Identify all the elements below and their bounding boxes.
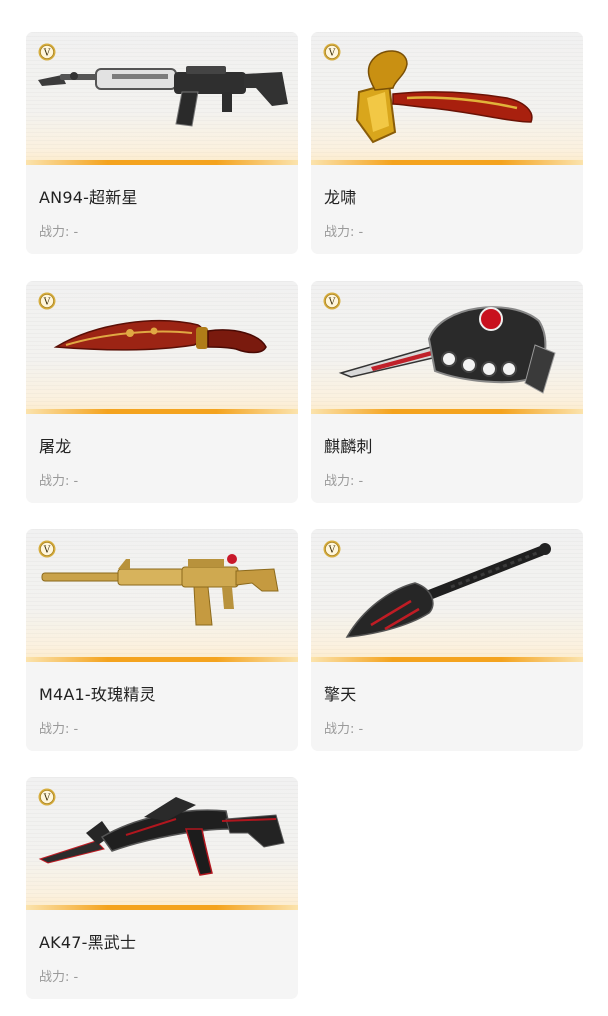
power-text: 战力: -	[324, 722, 364, 737]
knuckle-blade-icon	[338, 306, 556, 394]
power-text: 战力: -	[39, 722, 79, 737]
dragon-axe-icon	[355, 50, 533, 144]
weapon-card-ak47[interactable]: V AK47-黑武士 战力: -	[26, 777, 298, 999]
weapon-name: AK47-黑武士	[39, 933, 137, 952]
weapon-card-longxiao[interactable]: V 龙啸 战力: -	[311, 32, 583, 254]
weapon-name: M4A1-玫瑰精灵	[39, 685, 156, 704]
weapon-name: 龙啸	[324, 188, 357, 207]
power-text: 战力: -	[39, 970, 79, 985]
power-text: 战力: -	[39, 474, 79, 489]
rarity-bar	[311, 657, 583, 662]
weapon-grid: V AN94-超新星 战力: - V 龙啸 战力: - V 屠龙 战力: - V…	[0, 0, 608, 1016]
power-text: 战力: -	[324, 225, 364, 240]
an94-rifle-icon	[38, 66, 288, 127]
m4a1-rifle-icon	[41, 554, 279, 626]
weapon-card-qingtian[interactable]: V 擎天 战力: -	[311, 529, 583, 751]
weapon-image-area: V	[26, 32, 298, 165]
rarity-bar	[26, 160, 298, 165]
kukri-knife-icon	[53, 320, 267, 354]
weapon-name: 屠龙	[39, 437, 72, 456]
weapon-name: AN94-超新星	[39, 188, 138, 207]
weapon-image-area: V	[26, 281, 298, 414]
weapon-card-an94[interactable]: V AN94-超新星 战力: -	[26, 32, 298, 254]
rarity-bar	[311, 409, 583, 414]
weapon-image-area: V	[26, 777, 298, 910]
rarity-bar	[26, 657, 298, 662]
shovel-icon	[345, 543, 551, 638]
ak47-rifle-icon	[38, 797, 285, 876]
weapon-image-area: V	[311, 529, 583, 662]
power-text: 战力: -	[324, 474, 364, 489]
weapon-card-m4a1[interactable]: V M4A1-玫瑰精灵 战力: -	[26, 529, 298, 751]
rarity-bar	[311, 160, 583, 165]
weapon-name: 擎天	[324, 685, 357, 704]
power-text: 战力: -	[39, 225, 79, 240]
weapon-image-area: V	[311, 281, 583, 414]
rarity-bar	[26, 905, 298, 910]
rarity-bar	[26, 409, 298, 414]
weapon-name: 麒麟刺	[324, 437, 373, 456]
weapon-card-qilinci[interactable]: V 麒麟刺 战力: -	[311, 281, 583, 503]
weapon-image-area: V	[26, 529, 298, 662]
weapon-image-area: V	[311, 32, 583, 165]
weapon-card-tulong[interactable]: V 屠龙 战力: -	[26, 281, 298, 503]
